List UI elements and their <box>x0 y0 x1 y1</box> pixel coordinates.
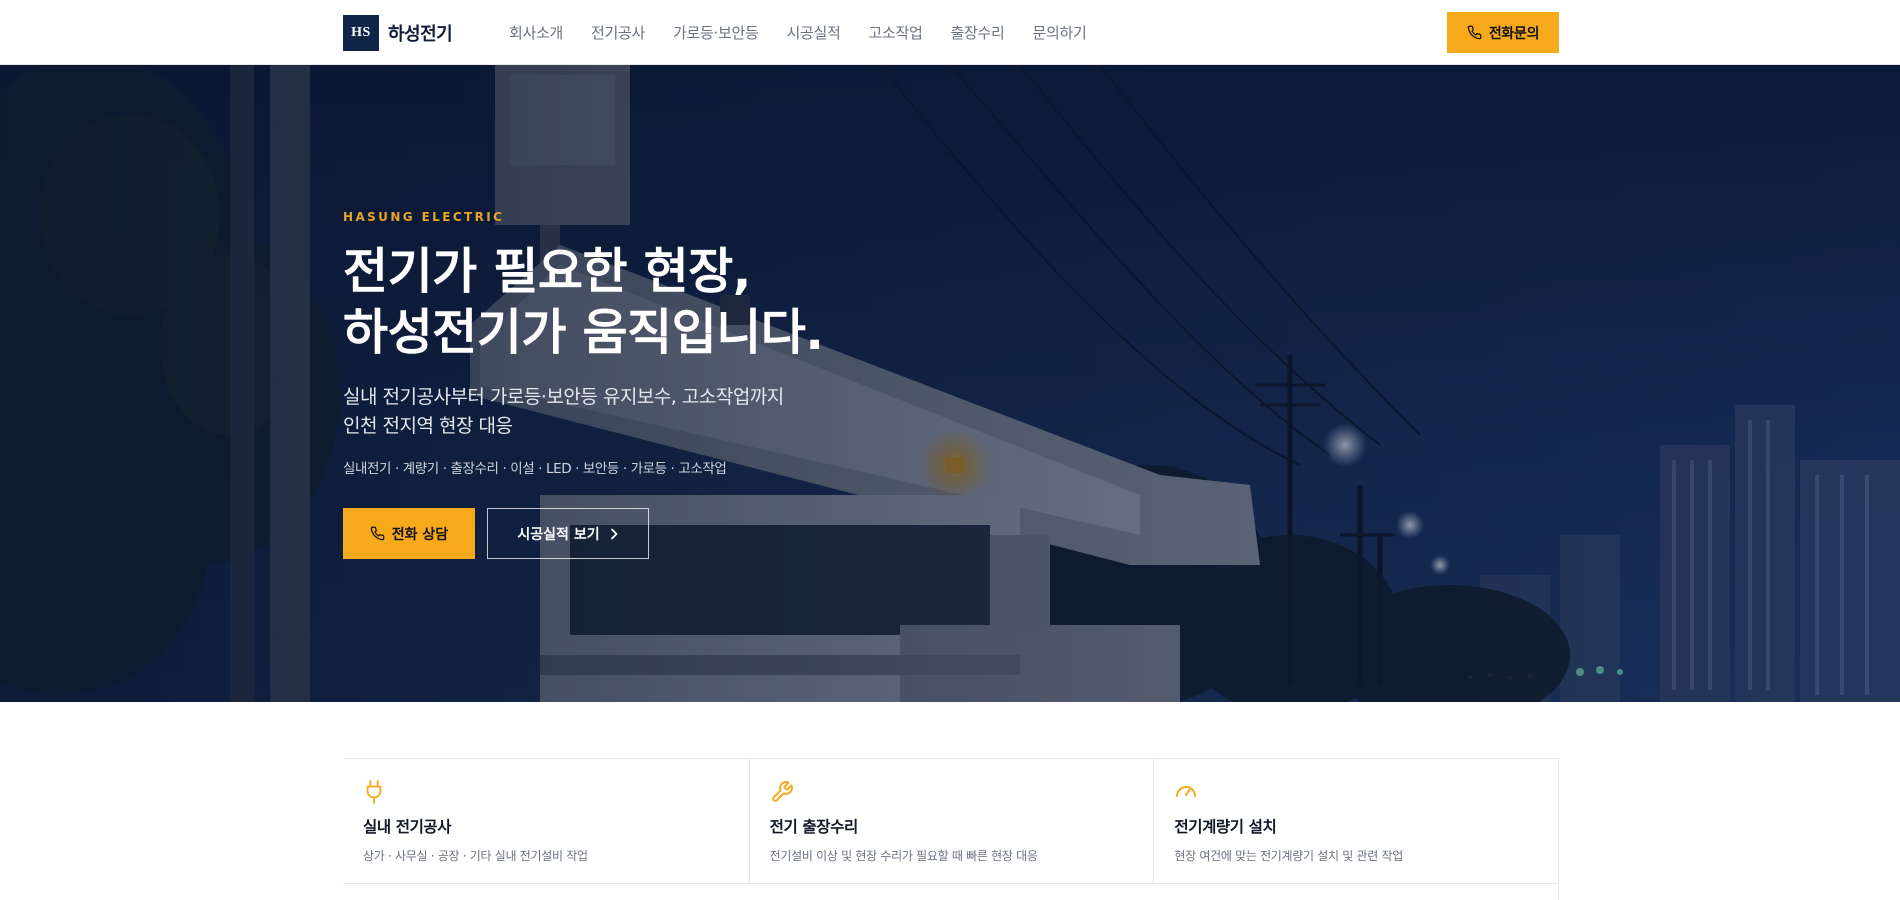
service-title: 실내 전기공사 <box>363 818 452 836</box>
site-header: HS 하성전기 회사소개 전기공사 가로등·보안등 시공실적 고소작업 출장수리… <box>0 0 1900 65</box>
nav-item-contact[interactable]: 문의하기 <box>1033 22 1087 43</box>
service-card-indoor-electrical[interactable]: 실내 전기공사 상가 · 사무실 · 공장 · 기타 실내 전기설비 작업 <box>343 759 749 884</box>
service-card-meter-install[interactable]: 전기계량기 설치 현장 여건에 맞는 전기계량기 설치 및 관련 작업 <box>1153 759 1559 884</box>
nav-item-repair[interactable]: 출장수리 <box>951 22 1005 43</box>
hero-title-line-2: 하성전기가 움직입니다. <box>343 304 824 361</box>
service-description: 전기설비 이상 및 현장 수리가 필요할 때 빠른 현장 대응 <box>769 849 1038 863</box>
view-portfolio-button[interactable]: 시공실적 보기 <box>487 508 649 559</box>
header-call-label: 전화문의 <box>1488 25 1540 42</box>
wrench-icon <box>771 781 793 802</box>
nav-item-electrical-work[interactable]: 전기공사 <box>591 22 645 43</box>
nav-item-aerial-work[interactable]: 고소작업 <box>869 22 923 43</box>
phone-icon <box>370 526 385 541</box>
chevron-right-icon <box>610 528 617 539</box>
gauge-icon <box>1176 786 1197 797</box>
logo-mark: HS <box>343 14 379 51</box>
nav-item-streetlights[interactable]: 가로등·보안등 <box>673 22 759 43</box>
main-nav: 회사소개 전기공사 가로등·보안등 시공실적 고소작업 출장수리 문의하기 <box>509 0 1115 65</box>
service-title: 전기 출장수리 <box>769 818 859 836</box>
hero-section: HASUNG ELECTRIC 전기가 필요한 현장, 하성전기가 움직입니다.… <box>0 65 1900 702</box>
phone-icon <box>1467 25 1482 40</box>
service-description: 현장 여건에 맞는 전기계량기 설치 및 관련 작업 <box>1174 849 1404 863</box>
service-description: 상가 · 사무실 · 공장 · 기타 실내 전기설비 작업 <box>363 849 588 863</box>
hero-subtitle-line-1: 실내 전기공사부터 가로등·보안등 유지보수, 고소작업까지 <box>343 386 784 408</box>
hero-content: HASUNG ELECTRIC 전기가 필요한 현장, 하성전기가 움직입니다.… <box>343 65 1243 702</box>
phone-consult-label: 전화 상담 <box>391 526 449 543</box>
header-call-button[interactable]: 전화문의 <box>1447 12 1559 53</box>
nav-item-about[interactable]: 회사소개 <box>509 22 563 43</box>
view-portfolio-label: 시공실적 보기 <box>517 526 600 543</box>
logo-text: 하성전기 <box>388 23 453 45</box>
hero-subtitle-line-2: 인천 전지역 현장 대응 <box>343 415 513 437</box>
services-grid: 실내 전기공사 상가 · 사무실 · 공장 · 기타 실내 전기설비 작업 전기… <box>343 758 1559 900</box>
hero-service-tags: 실내전기 · 계량기 · 출장수리 · 이설 · LED · 보안등 · 가로등… <box>343 461 727 477</box>
plug-icon <box>366 780 382 804</box>
hero-title: 전기가 필요한 현장, 하성전기가 움직입니다. <box>343 241 824 363</box>
service-card-repair[interactable]: 전기 출장수리 전기설비 이상 및 현장 수리가 필요할 때 빠른 현장 대응 <box>748 759 1154 884</box>
service-title: 전기계량기 설치 <box>1174 818 1277 836</box>
hero-title-line-1: 전기가 필요한 현장, <box>343 243 751 300</box>
logo[interactable]: HS 하성전기 <box>343 14 453 51</box>
phone-consult-button[interactable]: 전화 상담 <box>343 508 475 559</box>
hero-eyebrow: HASUNG ELECTRIC <box>343 210 505 224</box>
nav-item-portfolio[interactable]: 시공실적 <box>787 22 841 43</box>
hero-subtitle: 실내 전기공사부터 가로등·보안등 유지보수, 고소작업까지 인천 전지역 현장… <box>343 383 784 441</box>
